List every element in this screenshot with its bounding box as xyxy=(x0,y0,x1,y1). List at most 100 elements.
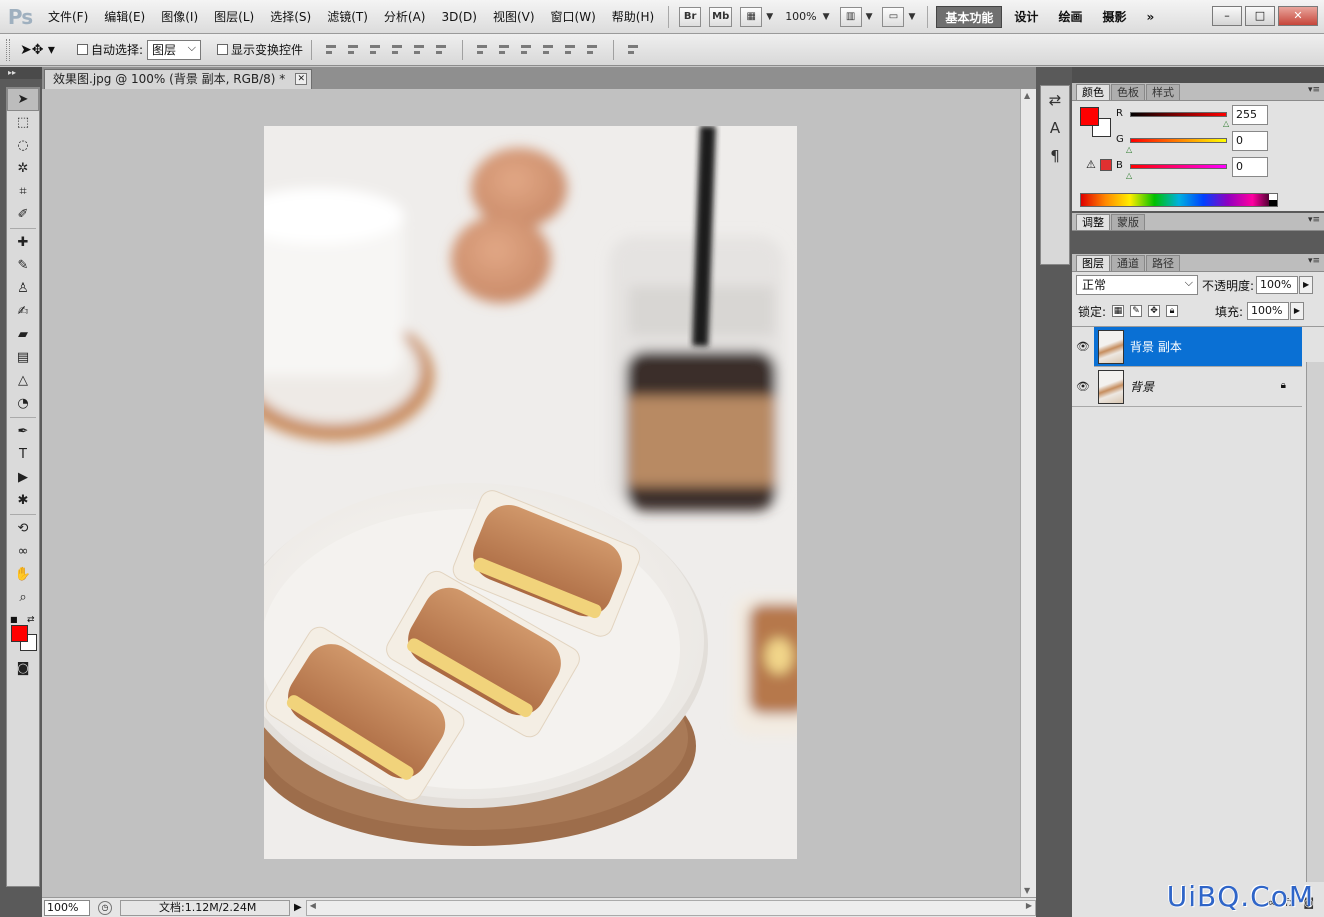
document-tab[interactable]: 效果图.jpg @ 100% (背景 副本, RGB/8) * ✕ xyxy=(44,69,313,89)
align-left-icon[interactable] xyxy=(390,42,406,58)
workspace-button[interactable]: 基本功能 xyxy=(936,5,1003,28)
zoom-level[interactable]: 100% xyxy=(785,10,816,23)
tab-channels[interactable]: 通道 xyxy=(1111,255,1145,271)
marquee-tool-icon[interactable]: ⬚ xyxy=(7,111,39,134)
healing-brush-tool-icon[interactable]: ✚ xyxy=(7,231,39,254)
menu-item[interactable]: 图像(I) xyxy=(153,0,206,34)
gradient-tool-icon[interactable]: ▤ xyxy=(7,346,39,369)
chevron-down-icon[interactable]: ▼ xyxy=(866,12,873,22)
zoom-tool-icon[interactable]: ⌕ xyxy=(7,586,39,609)
workspace-button[interactable]: 摄影 xyxy=(1094,6,1134,28)
layer-thumbnail[interactable] xyxy=(1098,369,1124,404)
menu-item[interactable]: 编辑(E) xyxy=(96,0,153,34)
lock-all-icon[interactable]: 🔒︎ xyxy=(1166,305,1179,317)
canvas-horizontal-scrollbar[interactable]: ◀ ▶ xyxy=(305,899,1036,916)
3d-rotate-tool-icon[interactable]: ⟲ xyxy=(7,517,39,540)
foreground-color-swatch[interactable] xyxy=(11,625,28,642)
menu-item[interactable]: 文件(F) xyxy=(40,0,96,34)
menu-item[interactable]: 滤镜(T) xyxy=(319,0,376,34)
panel-menu-icon[interactable]: ▾≡ xyxy=(1308,256,1320,266)
mini-bridge-button[interactable]: Mb xyxy=(709,6,733,27)
tab-swatches[interactable]: 色板 xyxy=(1111,84,1145,100)
opacity-input[interactable]: 100% xyxy=(1256,276,1299,294)
distribute-right-icon[interactable] xyxy=(585,42,601,58)
status-menu-arrow-icon[interactable]: ▶ xyxy=(294,902,302,913)
tab-paths[interactable]: 路径 xyxy=(1146,255,1180,271)
distribute-top-icon[interactable] xyxy=(475,42,491,58)
bridge-button[interactable]: Br xyxy=(679,6,702,27)
tab-masks[interactable]: 蒙版 xyxy=(1111,214,1145,230)
history-brush-tool-icon[interactable]: ✍ xyxy=(7,300,39,323)
screen-mode-button[interactable]: ▭ xyxy=(882,6,905,27)
gamut-warning-icon[interactable]: ⚠ xyxy=(1086,158,1096,171)
move-tool-preset-icon[interactable]: ➤✥ ▾ xyxy=(20,42,55,58)
hand-tool-icon[interactable]: ✋ xyxy=(7,563,39,586)
color-panel-foreground-swatch[interactable] xyxy=(1080,107,1099,126)
align-top-icon[interactable] xyxy=(324,42,340,58)
lock-transparency-icon[interactable]: ▦ xyxy=(1112,305,1125,317)
tab-styles[interactable]: 样式 xyxy=(1146,84,1180,100)
align-vcenter-icon[interactable] xyxy=(346,42,362,58)
blend-mode-dropdown[interactable]: 正常 xyxy=(1076,274,1198,295)
lock-position-icon[interactable]: ✥ xyxy=(1148,305,1161,317)
layer-name[interactable]: 背景 xyxy=(1130,378,1154,395)
color-slider-track[interactable] xyxy=(1130,138,1227,143)
tab-layers[interactable]: 图层 xyxy=(1076,255,1110,271)
type-tool-icon[interactable]: T xyxy=(7,443,39,466)
scroll-down-icon[interactable]: ▼ xyxy=(1024,886,1030,895)
arrange-documents-button[interactable]: ▥ xyxy=(839,6,862,27)
canvas-vertical-scrollbar[interactable]: ▲ ▼ xyxy=(1020,89,1036,897)
paragraph-panel-icon[interactable]: ¶ xyxy=(1041,142,1069,170)
view-extras-button[interactable]: ▦ xyxy=(740,6,763,27)
eyedropper-tool-icon[interactable]: ✐ xyxy=(7,203,39,226)
swap-colors-icon[interactable]: ⇄ xyxy=(27,615,35,625)
scroll-left-icon[interactable]: ◀ xyxy=(310,901,316,910)
fill-slider-toggle-icon[interactable]: ▶ xyxy=(1290,302,1304,320)
align-bottom-icon[interactable] xyxy=(368,42,384,58)
menu-item[interactable]: 分析(A) xyxy=(376,0,434,34)
menu-item[interactable]: 选择(S) xyxy=(262,0,319,34)
3d-orbit-tool-icon[interactable]: ∞ xyxy=(7,540,39,563)
menu-item[interactable]: 窗口(W) xyxy=(543,0,604,34)
options-bar-grip[interactable] xyxy=(6,38,10,61)
distribute-vcenter-icon[interactable] xyxy=(497,42,513,58)
auto-select-checkbox[interactable] xyxy=(76,44,88,55)
layer-row[interactable]: 👁︎ 背景 副本 xyxy=(1072,326,1302,367)
status-info-icon[interactable]: ◷ xyxy=(98,900,112,915)
close-document-icon[interactable]: ✕ xyxy=(295,73,308,85)
workspace-more-button[interactable]: » xyxy=(1138,6,1162,28)
slider-thumb-icon[interactable]: △ xyxy=(1126,171,1132,180)
close-window-button[interactable]: ✕ xyxy=(1278,6,1318,26)
clone-stamp-tool-icon[interactable]: ♙ xyxy=(7,277,39,300)
workspace-button[interactable]: 绘画 xyxy=(1050,6,1090,28)
pen-tool-icon[interactable]: ✒ xyxy=(7,420,39,443)
dodge-tool-icon[interactable]: ◔ xyxy=(7,392,39,415)
color-value-input[interactable]: 0 xyxy=(1232,131,1268,151)
brush-tool-icon[interactable]: ✎ xyxy=(7,254,39,277)
character-panel-icon[interactable]: A xyxy=(1041,114,1069,142)
align-hcenter-icon[interactable] xyxy=(412,42,428,58)
magic-wand-tool-icon[interactable]: ✲ xyxy=(7,157,39,180)
slider-thumb-icon[interactable]: △ xyxy=(1126,145,1132,154)
menu-item[interactable]: 图层(L) xyxy=(206,0,262,34)
layers-scrollbar[interactable] xyxy=(1306,362,1324,882)
move-tool-icon[interactable]: ➤ xyxy=(7,88,39,111)
color-value-input[interactable]: 255 xyxy=(1232,105,1268,125)
blur-tool-icon[interactable]: △ xyxy=(7,369,39,392)
chevron-down-icon[interactable]: ▼ xyxy=(908,12,915,22)
quick-mask-icon[interactable]: ◙ xyxy=(7,657,39,680)
eraser-tool-icon[interactable]: ▰ xyxy=(7,323,39,346)
custom-shape-tool-icon[interactable]: ✱ xyxy=(7,489,39,512)
panel-menu-icon[interactable]: ▾≡ xyxy=(1308,215,1320,225)
tab-color[interactable]: 颜色 xyxy=(1076,84,1110,100)
auto-align-layers-icon[interactable] xyxy=(626,42,642,58)
scroll-right-icon[interactable]: ▶ xyxy=(1026,901,1032,910)
maximize-button[interactable]: □ xyxy=(1245,6,1275,26)
visibility-eye-icon[interactable]: 👁︎ xyxy=(1072,326,1094,367)
workspace-button[interactable]: 设计 xyxy=(1006,6,1046,28)
lock-pixels-icon[interactable]: ✎ xyxy=(1130,305,1143,317)
chevron-down-icon[interactable]: ▼ xyxy=(823,12,830,22)
gamut-warning-swatch[interactable] xyxy=(1100,159,1112,171)
default-colors-icon[interactable]: ■ xyxy=(10,615,18,624)
layer-row[interactable]: 👁︎ 背景 🔒︎ xyxy=(1072,367,1302,407)
